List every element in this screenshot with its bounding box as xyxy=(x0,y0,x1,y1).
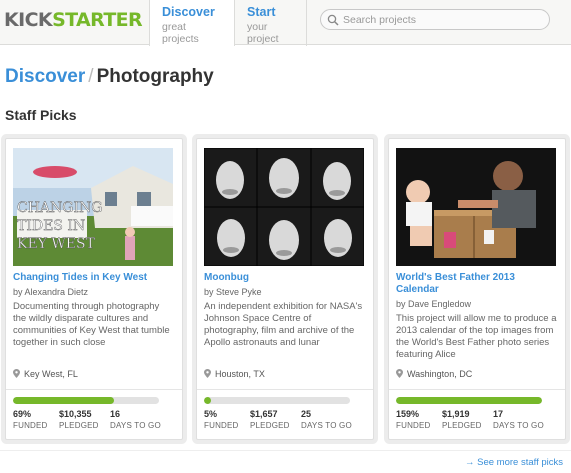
pledged-value-3: $1,919 xyxy=(442,409,470,419)
tab-discover[interactable]: Discover great projects xyxy=(149,0,235,46)
stat-days-1: 16 DAYS TO GO xyxy=(110,409,161,430)
pledged-value-2: $1,657 xyxy=(250,409,278,419)
funded-value-1: 69% xyxy=(13,409,32,419)
stat-days-3: 17 DAYS TO GO xyxy=(493,409,544,430)
search-box xyxy=(320,9,550,30)
card-divider xyxy=(389,389,565,390)
pledged-label-2: PLEDGED xyxy=(250,421,290,430)
stat-funded-1: 69% FUNDED xyxy=(13,409,48,430)
project-location-1[interactable]: Key West, FL xyxy=(13,369,78,379)
project-description-1: Documenting through photography the wild… xyxy=(13,301,170,348)
pledged-value-1: $10,355 xyxy=(59,409,92,419)
section-title: Staff Picks xyxy=(5,107,77,123)
project-description-2: An independent exhibition for NASA's Joh… xyxy=(204,301,363,348)
location-text-3: Washington, DC xyxy=(407,369,473,379)
stat-pledged-3: $1,919 PLEDGED xyxy=(442,409,482,430)
stat-days-2: 25 DAYS TO GO xyxy=(301,409,352,430)
stat-funded-3: 159% FUNDED xyxy=(396,409,431,430)
funded-label-1: FUNDED xyxy=(13,421,48,430)
days-value-2: 25 xyxy=(301,409,312,419)
project-card-2[interactable]: Moonbug by Steve Pyke An independent exh… xyxy=(196,138,374,440)
tab-start-title: Start xyxy=(247,5,276,19)
project-location-3[interactable]: Washington, DC xyxy=(396,369,472,379)
image-overlay-text-2: TIDES IN xyxy=(17,218,85,234)
project-card-1[interactable]: CHANGING TIDES IN KEY WEST Changing Tide… xyxy=(5,138,183,440)
location-pin-icon xyxy=(204,369,211,378)
card-divider xyxy=(197,389,373,390)
tab-discover-title: Discover xyxy=(162,5,215,19)
tab-discover-subtitle: great projects xyxy=(162,21,199,45)
image-overlay-text-3: KEY WEST xyxy=(17,236,96,252)
tab-start-subtitle: your project xyxy=(247,21,279,45)
location-pin-icon xyxy=(13,369,20,378)
kickstarter-logo[interactable]: KICKSTARTER xyxy=(4,9,143,31)
funding-progress-bar-3 xyxy=(396,397,542,404)
search-input[interactable] xyxy=(343,12,543,27)
tab-start[interactable]: Start your project xyxy=(235,0,307,46)
location-text-1: Key West, FL xyxy=(24,369,78,379)
footer-divider xyxy=(0,450,571,451)
days-label-1: DAYS TO GO xyxy=(110,421,161,430)
breadcrumb-discover-link[interactable]: Discover xyxy=(5,66,85,87)
funding-progress-bar-1 xyxy=(13,397,159,404)
stat-funded-2: 5% FUNDED xyxy=(204,409,239,430)
project-author-1: by Alexandra Dietz xyxy=(13,287,89,297)
card-divider xyxy=(6,389,182,390)
days-label-3: DAYS TO GO xyxy=(493,421,544,430)
project-author-3: by Dave Engledow xyxy=(396,299,472,309)
days-value-3: 17 xyxy=(493,409,504,419)
days-label-2: DAYS TO GO xyxy=(301,421,352,430)
search-icon[interactable] xyxy=(327,14,339,26)
funding-progress-bar-2 xyxy=(204,397,350,404)
funded-value-3: 159% xyxy=(396,409,420,419)
stat-pledged-2: $1,657 PLEDGED xyxy=(250,409,290,430)
days-value-1: 16 xyxy=(110,409,121,419)
project-image-3[interactable] xyxy=(396,148,556,266)
breadcrumb-separator: / xyxy=(88,66,94,87)
project-title-1[interactable]: Changing Tides in Key West xyxy=(13,272,175,284)
project-location-2[interactable]: Houston, TX xyxy=(204,369,265,379)
image-overlay-text-1: CHANGING xyxy=(17,200,102,216)
project-title-3[interactable]: World's Best Father 2013 Calendar xyxy=(396,272,558,296)
pledged-label-1: PLEDGED xyxy=(59,421,99,430)
funding-progress-fill-1 xyxy=(13,397,114,404)
logo-kick: KICK xyxy=(4,9,53,31)
logo-starter: STARTER xyxy=(52,9,143,31)
stat-pledged-1: $10,355 PLEDGED xyxy=(59,409,99,430)
pledged-label-3: PLEDGED xyxy=(442,421,482,430)
breadcrumb: Discover / Photography xyxy=(5,66,214,88)
project-image-1[interactable]: CHANGING TIDES IN KEY WEST xyxy=(13,148,173,266)
see-more-staff-picks-link[interactable]: → See more staff picks xyxy=(465,457,563,468)
project-title-2[interactable]: Moonbug xyxy=(204,272,366,284)
funded-value-2: 5% xyxy=(204,409,218,419)
funded-label-3: FUNDED xyxy=(396,421,431,430)
breadcrumb-current: Photography xyxy=(96,66,214,87)
project-author-2: by Steve Pyke xyxy=(204,287,262,297)
location-pin-icon xyxy=(396,369,403,378)
project-card-3[interactable]: World's Best Father 2013 Calendar by Dav… xyxy=(388,138,566,440)
funding-progress-fill-3 xyxy=(396,397,542,404)
project-description-3: This project will allow me to produce a … xyxy=(396,313,557,360)
funding-progress-fill-2 xyxy=(204,397,212,404)
project-image-2[interactable] xyxy=(204,148,364,266)
top-header: KICKSTARTER Discover great projects Star… xyxy=(0,0,571,46)
funded-label-2: FUNDED xyxy=(204,421,239,430)
location-text-2: Houston, TX xyxy=(215,369,265,379)
